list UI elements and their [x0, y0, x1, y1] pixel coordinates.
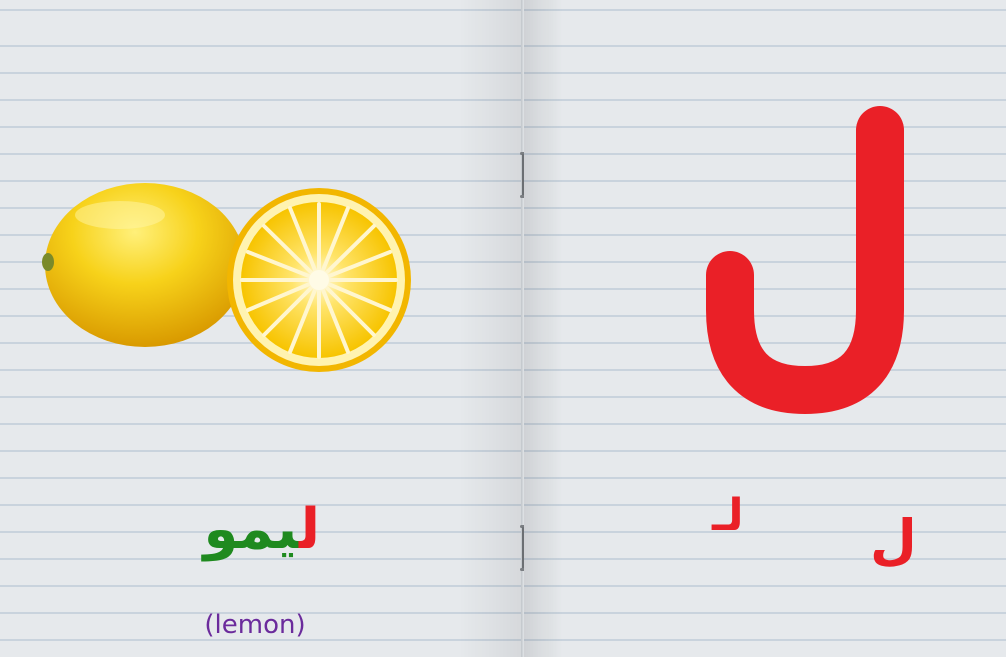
word-rest-letters: یمو	[203, 497, 299, 562]
lemon-illustration	[42, 183, 411, 372]
notebook-spread: لیمو (lemon) لـ ل	[0, 0, 1006, 657]
letter-initial-form: لـ	[712, 490, 744, 541]
letter-isolated-form: ل	[870, 508, 917, 571]
left-page: لیمو (lemon)	[0, 0, 522, 657]
word-translation: (lemon)	[204, 610, 306, 640]
big-letter-lam	[706, 106, 904, 414]
arabic-word: لیمو	[190, 480, 320, 580]
word-first-letter: ل	[298, 497, 320, 562]
